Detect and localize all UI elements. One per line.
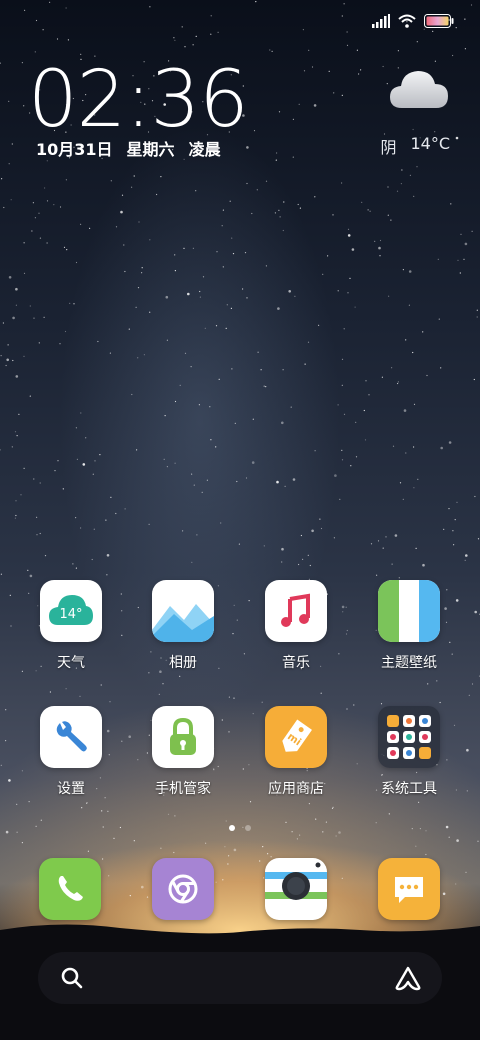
clock-date-row[interactable]: 10月31日 星期六 凌晨 [36, 136, 221, 160]
gallery-icon [152, 580, 214, 642]
wifi-icon [398, 14, 416, 28]
app-store[interactable]: mi 应用商店 [246, 706, 346, 798]
app-label: 音乐 [282, 655, 310, 671]
dock-browser[interactable] [152, 858, 214, 920]
app-label: 设置 [57, 781, 85, 797]
clock-time[interactable]: 02:36 [28, 60, 249, 140]
app-label: 天气 [57, 655, 85, 671]
battery-icon [424, 14, 454, 28]
cloud-icon[interactable] [388, 64, 450, 112]
browser-icon [168, 874, 198, 904]
tools-folder-icon [378, 706, 440, 768]
search-bar[interactable] [38, 952, 442, 1004]
security-icon [152, 706, 214, 768]
clock-weekday: 星期六 [126, 140, 175, 159]
weather-app-icon: 14° [40, 580, 102, 642]
app-themes[interactable]: 主题壁纸 [359, 580, 459, 672]
app-weather[interactable]: 14° 天气 [21, 580, 121, 672]
clock-period: 凌晨 [188, 140, 221, 159]
status-bar [372, 10, 454, 32]
messages-icon [395, 877, 423, 903]
app-store-icon: mi [265, 706, 327, 768]
weather-condition: 阴 [380, 138, 397, 157]
app-security[interactable]: 手机管家 [133, 706, 233, 798]
clock-date: 10月31日 [36, 140, 113, 159]
app-label: 相册 [169, 655, 197, 671]
themes-icon [378, 580, 440, 642]
app-settings[interactable]: 设置 [21, 706, 121, 798]
app-music[interactable]: 音乐 [246, 580, 346, 672]
page-indicator[interactable] [0, 825, 480, 831]
folder-system-tools[interactable]: 系统工具 [359, 706, 459, 798]
weather-summary[interactable]: 阴 14°C [380, 134, 450, 158]
dock-messages[interactable] [378, 858, 440, 920]
app-label: 主题壁纸 [381, 655, 437, 671]
app-label: 系统工具 [381, 781, 437, 797]
assistant-icon[interactable] [394, 965, 422, 991]
camera-icon [265, 862, 327, 900]
app-gallery[interactable]: 相册 [133, 580, 233, 672]
phone-icon [58, 876, 83, 901]
settings-icon [40, 706, 102, 768]
app-label: 手机管家 [155, 781, 211, 797]
weather-app-badge: 14° [59, 607, 82, 622]
music-icon [265, 580, 327, 642]
dock-phone[interactable] [39, 858, 101, 920]
signal-icon [372, 14, 390, 28]
search-icon[interactable] [60, 966, 84, 990]
page-dot [245, 825, 251, 831]
page-dot-active [229, 825, 235, 831]
app-label: 应用商店 [268, 781, 324, 797]
dock-camera[interactable] [265, 858, 327, 920]
weather-temperature: 14°C [410, 134, 450, 153]
